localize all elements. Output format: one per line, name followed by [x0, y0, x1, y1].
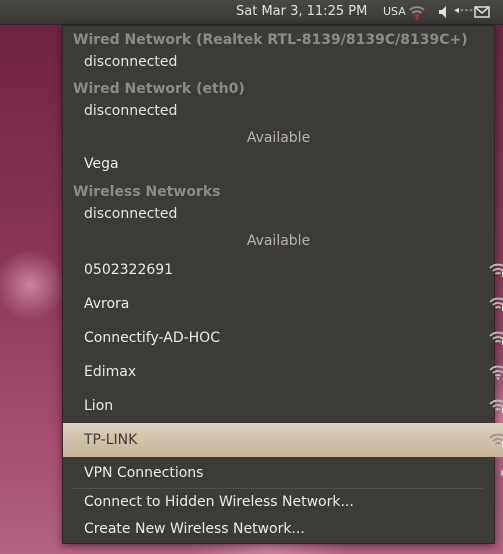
secured-signal-icon [489, 399, 503, 413]
wired1-header: Wired Network (Realtek RTL-8139/8139C/81… [73, 32, 468, 48]
wired1-status: disconnected [84, 54, 178, 70]
secured-signal-icon [489, 331, 503, 345]
wireless-available-label: Available [246, 233, 311, 249]
mail-icon[interactable] [473, 3, 491, 21]
wireless-network-item-selected[interactable]: TP-LINK [63, 423, 503, 457]
vpn-connections-item[interactable]: VPN Connections ▶ [63, 465, 503, 481]
network-name: Connectify-AD-HOC [84, 330, 220, 346]
network-menu: Wired Network (Realtek RTL-8139/8139C/81… [62, 25, 503, 544]
network-name: TP-LINK [84, 432, 138, 448]
network-name: Vega [84, 156, 119, 172]
wireless-status: disconnected [84, 206, 178, 222]
wireless-network-item[interactable]: Lion [63, 389, 503, 423]
secured-signal-icon [489, 263, 503, 277]
wireless-network-item[interactable]: Avrora [63, 287, 503, 321]
wired-available-label: Available [246, 130, 311, 146]
create-new-network-item[interactable]: Create New Wireless Network... [63, 521, 503, 537]
network-wireless-icon[interactable] [408, 3, 426, 21]
wireless-network-item[interactable]: 0502322691 [63, 253, 503, 287]
signal-icon [489, 365, 503, 380]
network-name: 0502322691 [84, 262, 174, 278]
vpn-label: VPN Connections [84, 465, 204, 481]
wireless-network-item[interactable]: Edimax [63, 355, 503, 389]
top-panel: Sat Mar 3, 11:25 PM USA ◂--- [0, 0, 503, 25]
secured-signal-icon [489, 433, 503, 447]
keyboard-layout-indicator[interactable]: USA [383, 5, 406, 18]
wireless-network-item[interactable]: Connectify-AD-HOC [63, 321, 503, 355]
volume-level: ◂--- [454, 5, 474, 16]
wired2-header: Wired Network (eth0) [73, 81, 245, 97]
network-name: Edimax [84, 364, 137, 380]
network-name: Lion [84, 398, 114, 414]
wireless-header: Wireless Networks [73, 184, 221, 200]
wired2-status: disconnected [84, 103, 178, 119]
separator [73, 488, 483, 489]
clock[interactable]: Sat Mar 3, 11:25 PM [236, 4, 367, 19]
volume-icon[interactable] [437, 3, 455, 21]
wired-network-vega[interactable]: Vega [63, 147, 503, 181]
network-name: Avrora [84, 296, 130, 312]
connect-hidden-network-item[interactable]: Connect to Hidden Wireless Network... [63, 494, 503, 510]
secured-signal-icon [489, 297, 503, 311]
